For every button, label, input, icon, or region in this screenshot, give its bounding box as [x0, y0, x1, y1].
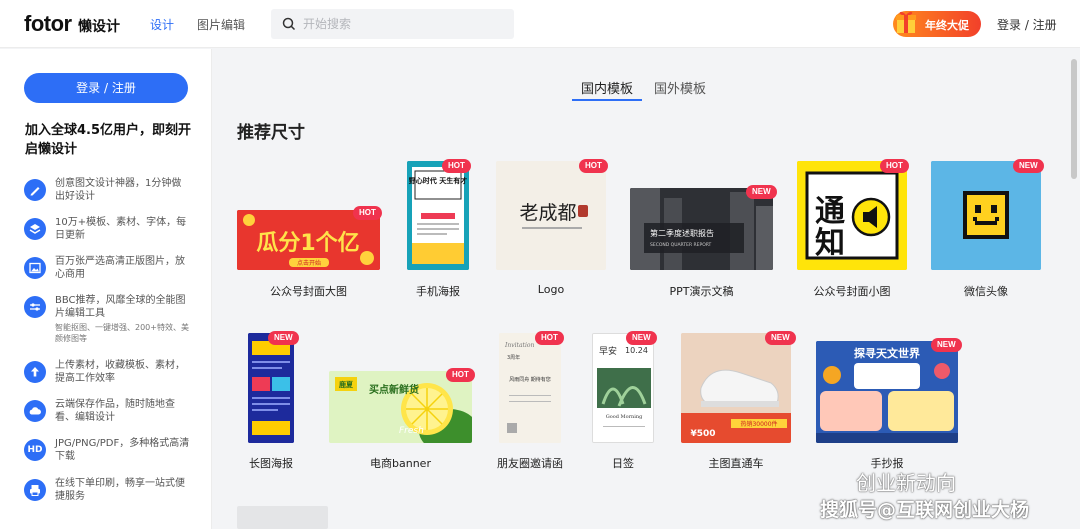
promo-label: 年终大促 [925, 19, 969, 32]
svg-text:10.24: 10.24 [625, 346, 648, 355]
new-badge: NEW [268, 331, 299, 345]
template-thumbnail[interactable]: 探寻天文世界 [816, 341, 958, 443]
watermark-line2: 搜狐号@互联网创业大杨 [820, 499, 1030, 521]
template-thumbnail[interactable] [931, 161, 1041, 270]
gift-icon [896, 11, 916, 33]
watermark-line1: 创业新动向 [856, 471, 956, 495]
feature-text: BBC推荐，风靡全球的全能图片编辑工具 [55, 295, 186, 319]
template-thumbnail[interactable]: ¥500 热销30000件 [681, 333, 791, 443]
template-label: 微信头像 [964, 285, 1008, 298]
print-icon [24, 479, 46, 501]
svg-text:鹿夏: 鹿夏 [339, 380, 354, 389]
svg-text:早安: 早安 [599, 345, 617, 357]
cloud-icon [24, 400, 46, 422]
join-title: 加入全球4.5亿用户，即刻开启懒设计 [25, 123, 192, 157]
template-label: 公众号封面小图 [813, 285, 891, 298]
template-thumbnail[interactable]: Invitation 3周年 风雨同舟 期待有您 [499, 333, 561, 443]
scrollbar-thumb[interactable] [1071, 59, 1077, 179]
template-thumbnail[interactable]: 老成都 [496, 161, 606, 270]
section-title: 推荐尺寸 [237, 123, 305, 143]
template-label: PPT演示文稿 [669, 285, 734, 298]
template-label: Logo [537, 283, 565, 296]
hot-badge: HOT [442, 159, 471, 173]
svg-text:风雨同舟 期待有您: 风雨同舟 期待有您 [509, 376, 551, 383]
login-register-button[interactable]: 登录 / 注册 [24, 73, 188, 103]
upload-icon [24, 361, 46, 383]
tab-foreign-templates[interactable]: 国外模板 [654, 78, 706, 97]
svg-text:¥500: ¥500 [690, 429, 715, 439]
new-badge: NEW [931, 338, 962, 352]
hot-badge: HOT [353, 206, 382, 220]
svg-text:Good Morning: Good Morning [606, 414, 643, 420]
layers-icon [24, 218, 46, 240]
svg-text:3周年: 3周年 [507, 354, 520, 361]
feature-text: JPG/PNG/PDF，多种格式高清下载 [55, 438, 190, 462]
template-label: 电商banner [370, 457, 431, 470]
template-thumbnail[interactable] [248, 333, 294, 443]
hot-badge: HOT [579, 159, 608, 173]
new-badge: NEW [1013, 159, 1044, 173]
svg-text:瓜分1个亿: 瓜分1个亿 [256, 231, 359, 256]
feature-text: 在线下单印刷，畅享一站式便捷服务 [55, 478, 185, 502]
svg-text:SECOND QUARTER REPORT: SECOND QUARTER REPORT [650, 242, 712, 248]
sliders-icon [24, 296, 46, 318]
logo-subtitle[interactable]: 懒设计 [78, 16, 120, 36]
search-box[interactable] [271, 9, 514, 39]
template-label: 手机海报 [416, 285, 460, 298]
feature-subtext: 智能抠图、一键增强、200+特效、美颜修图等 [55, 323, 189, 343]
template-thumbnail[interactable]: 第二季度述职报告 SECOND QUARTER REPORT [630, 188, 773, 270]
svg-text:老成都: 老成都 [519, 202, 576, 224]
nav-design[interactable]: 设计 [150, 16, 174, 33]
svg-text:知: 知 [815, 226, 845, 261]
search-input[interactable] [303, 15, 503, 33]
svg-text:热销30000件: 热销30000件 [740, 420, 777, 428]
svg-text:买点新鲜货: 买点新鲜货 [369, 383, 419, 396]
template-label: 公众号封面大图 [270, 285, 347, 298]
feature-text: 百万张严选高清正版图片，放心商用 [55, 256, 185, 280]
template-thumbnail[interactable]: 早安 10.24 Good Morning [592, 333, 654, 443]
feature-text: 云端保存作品，随时随地查看、编辑设计 [55, 399, 175, 423]
svg-text:通: 通 [815, 194, 845, 229]
template-label: 长图海报 [249, 457, 293, 470]
svg-text:野心时代 天生有才: 野心时代 天生有才 [409, 176, 467, 185]
search-icon [282, 17, 296, 31]
image-icon [24, 257, 46, 279]
svg-text:第二季度述职报告: 第二季度述职报告 [650, 228, 714, 238]
sidebar: 登录 / 注册 加入全球4.5亿用户，即刻开启懒设计 创意图文设计神器，1分钟做… [0, 49, 212, 529]
hd-icon: HD [24, 439, 46, 461]
fotor-logo[interactable]: fotor [24, 11, 72, 37]
promo-button[interactable]: 年终大促 [893, 11, 981, 37]
tab-domestic-templates[interactable]: 国内模板 [581, 78, 633, 97]
new-badge: NEW [626, 331, 657, 345]
hot-badge: HOT [535, 331, 564, 345]
feature-text: 10万+模板、素材、字体，每日更新 [55, 217, 187, 241]
pen-icon [24, 179, 46, 201]
new-badge: NEW [746, 185, 777, 199]
svg-text:点击开始: 点击开始 [297, 259, 321, 267]
hot-badge: HOT [446, 368, 475, 382]
new-badge: NEW [765, 331, 796, 345]
svg-text:探寻天文世界: 探寻天文世界 [854, 346, 920, 360]
feature-text: 上传素材，收藏模板、素材，提高工作效率 [55, 360, 185, 384]
hot-badge: HOT [880, 159, 909, 173]
top-header: fotor 懒设计 设计 图片编辑 年终大促 登录 / 注册 [0, 0, 1080, 48]
template-label: 日签 [612, 457, 634, 470]
template-label: 主图直通车 [708, 457, 764, 470]
nav-photo-edit[interactable]: 图片编辑 [197, 16, 245, 33]
scrollbar[interactable] [1068, 49, 1080, 529]
template-thumbnail[interactable]: 通 知 [797, 161, 907, 270]
feature-text: 创意图文设计神器，1分钟做出好设计 [55, 178, 182, 202]
template-label: 朋友圈邀请函 [497, 457, 563, 470]
svg-text:Fresh: Fresh [399, 426, 424, 436]
loading-placeholder-card [237, 506, 328, 529]
active-tab-indicator [572, 99, 642, 101]
svg-text:Invitation: Invitation [504, 342, 534, 349]
login-register-link[interactable]: 登录 / 注册 [997, 16, 1057, 33]
template-thumbnail[interactable]: 野心时代 天生有才 [407, 161, 469, 270]
